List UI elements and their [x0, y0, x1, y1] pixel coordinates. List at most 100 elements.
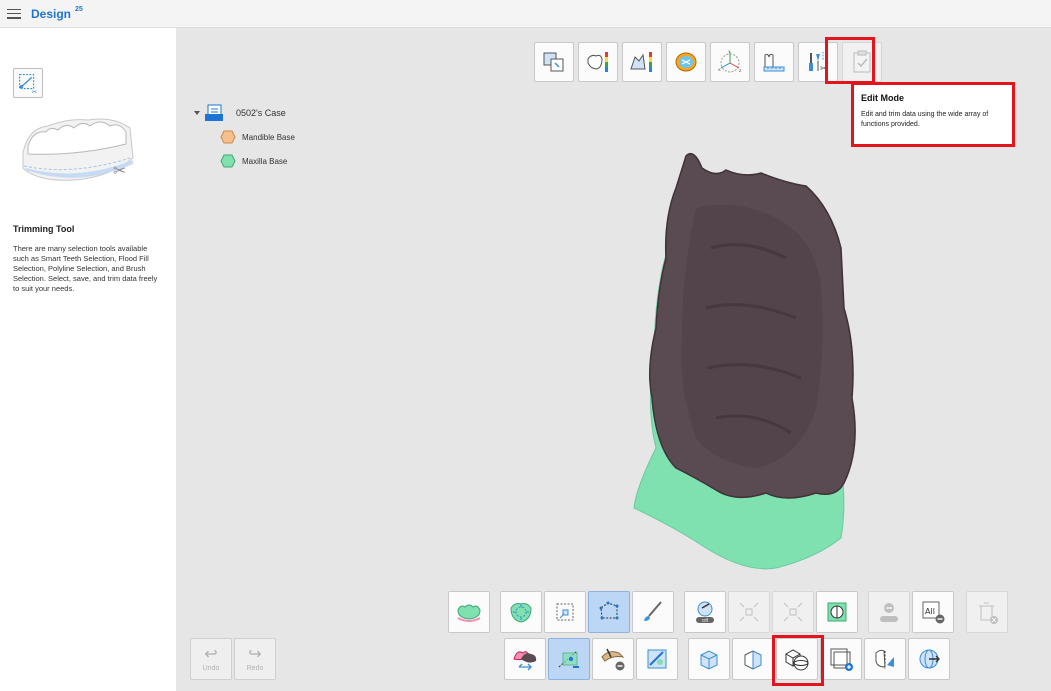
shrink-selection-button[interactable]: [728, 591, 770, 633]
tree-item-mandible-base[interactable]: Mandible Base: [220, 125, 295, 149]
ruler-icon: [763, 53, 785, 72]
svg-text:X: X: [718, 67, 721, 72]
expand-selection-button[interactable]: [772, 591, 814, 633]
rotate-sphere-button[interactable]: [908, 638, 950, 680]
tool-title: Trimming Tool: [13, 224, 75, 234]
polyline-selection-button[interactable]: [588, 591, 630, 633]
rotate-sphere-icon: [919, 649, 940, 669]
selection-off-icon: Off: [696, 601, 714, 623]
svg-text:✂: ✂: [820, 64, 827, 73]
tooltip-description: Edit and trim data using the wide array …: [861, 111, 989, 128]
hamburger-menu-icon[interactable]: [7, 8, 21, 19]
svg-text:Y: Y: [728, 49, 731, 54]
add-frame-icon: [830, 648, 853, 671]
dental-3d-model[interactable]: [616, 148, 876, 588]
cut-plane-icon: [744, 650, 762, 670]
trim-button[interactable]: [864, 638, 906, 680]
cube-button[interactable]: [688, 638, 730, 680]
data-tree: 0502's Case Mandible Base Maxilla Base: [194, 101, 295, 173]
shrink-selection-icon: [739, 602, 759, 622]
flood-fill-selection-icon: [510, 603, 532, 623]
trim-tool-icon: ✂: [13, 68, 43, 98]
case-label: 0502's Case: [236, 108, 286, 118]
occlusion-map-button[interactable]: [666, 42, 706, 82]
fill-hole-icon: [647, 649, 667, 669]
swap-data-button[interactable]: [504, 638, 546, 680]
edit-mode-button[interactable]: ✂: [798, 42, 838, 82]
view-align-icon: [543, 52, 564, 72]
tooltip-title: Edit Mode: [861, 93, 904, 103]
brush-selection-button[interactable]: [632, 591, 674, 633]
svg-text:✂: ✂: [113, 161, 126, 180]
smart-teeth-selection-button[interactable]: [448, 591, 490, 633]
hexagon-icon: [220, 154, 236, 168]
edit-mode-tooltip: Edit Mode Edit and trim data using the w…: [851, 82, 1015, 147]
trim-icon: [875, 649, 894, 669]
svg-text:All: All: [925, 607, 935, 616]
svg-text:Off: Off: [702, 618, 709, 623]
app-title: Design: [31, 6, 72, 21]
tree-item-maxilla-base[interactable]: Maxilla Base: [220, 149, 295, 173]
brush-selection-icon: [644, 601, 662, 621]
top-bar: Design 25: [0, 0, 1051, 28]
axis-button[interactable]: Y X Z: [710, 42, 750, 82]
view-align-button[interactable]: [534, 42, 574, 82]
select-through-icon: [558, 650, 579, 668]
case-folder-icon: [205, 104, 223, 121]
axis-icon: Y X Z: [718, 49, 742, 73]
tree-item-label: Mandible Base: [242, 132, 295, 142]
rectangle-selection-icon: [556, 603, 574, 621]
smooth-button[interactable]: [592, 638, 634, 680]
smart-teeth-selection-icon: [457, 604, 481, 622]
swap-data-icon: [513, 651, 537, 671]
deselect-all-button[interactable]: All: [912, 591, 954, 633]
expand-selection-icon: [783, 602, 803, 622]
invert-selection-icon: [827, 602, 847, 622]
section-heatmap-button[interactable]: [622, 42, 662, 82]
top-toolbar: Y X Z ✂: [534, 42, 886, 82]
checklist-icon: [853, 50, 871, 73]
svg-text:✂: ✂: [32, 88, 38, 96]
undo-label: Undo: [202, 664, 220, 672]
teeth-illustration: ✂: [22, 118, 134, 181]
cube-icon: [700, 650, 718, 670]
delete-icon: [979, 602, 998, 624]
delete-button[interactable]: [966, 591, 1008, 633]
boolean-icon: [785, 649, 809, 671]
invert-selection-button[interactable]: [816, 591, 858, 633]
flood-fill-selection-button[interactable]: [500, 591, 542, 633]
ruler-button[interactable]: [754, 42, 794, 82]
tooth-heatmap-icon: [587, 52, 608, 72]
selection-off-button[interactable]: Off: [684, 591, 726, 633]
occlusion-map-icon: [675, 52, 697, 72]
select-through-button[interactable]: [548, 638, 590, 680]
fill-hole-button[interactable]: [636, 638, 678, 680]
boolean-button[interactable]: [776, 638, 818, 680]
deselect-off-icon: [880, 603, 898, 622]
edit-mode-icon: ✂: [809, 52, 827, 73]
left-info-panel: ✂ ✂ Trimming Tool There are many selecti…: [0, 28, 176, 691]
undo-icon: ↩: [204, 645, 218, 663]
redo-icon: ↪: [248, 645, 262, 663]
app-badge: 25: [75, 6, 83, 13]
tool-description: There are many selection tools available…: [13, 244, 158, 293]
add-frame-button[interactable]: [820, 638, 862, 680]
polyline-selection-icon: [599, 601, 619, 620]
deselect-off-button[interactable]: [868, 591, 910, 633]
deselect-all-icon: All: [922, 601, 945, 624]
undo-button[interactable]: ↩ Undo: [190, 638, 232, 680]
main-viewport[interactable]: Y X Z ✂ 0502's Case Mandible Base Maxilla …: [176, 28, 1051, 691]
tooth-heatmap-button[interactable]: [578, 42, 618, 82]
checklist-button[interactable]: [842, 42, 882, 82]
section-heatmap-icon: [630, 52, 652, 72]
redo-button[interactable]: ↪ Redo: [234, 638, 276, 680]
case-node[interactable]: 0502's Case: [194, 101, 295, 125]
rectangle-selection-button[interactable]: [544, 591, 586, 633]
hexagon-icon: [220, 130, 236, 144]
expand-caret-icon[interactable]: [194, 111, 200, 115]
redo-label: Redo: [246, 664, 264, 672]
smooth-icon: [601, 648, 625, 671]
cut-plane-button[interactable]: [732, 638, 774, 680]
svg-text:Z: Z: [739, 68, 742, 73]
tree-item-label: Maxilla Base: [242, 156, 288, 166]
